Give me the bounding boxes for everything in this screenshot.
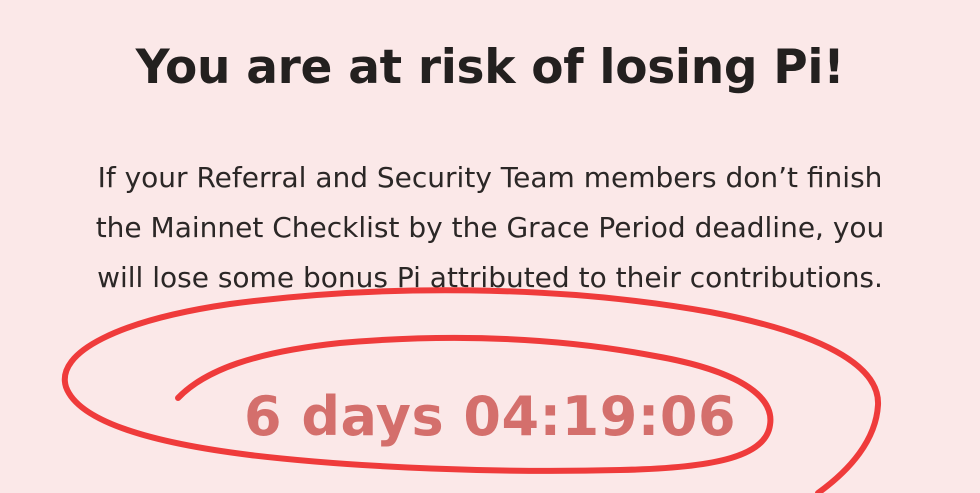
warning-title: You are at risk of losing Pi! <box>135 40 845 95</box>
warning-message: If your Referral and Security Team membe… <box>95 161 885 294</box>
grace-period-countdown: 6 days 04:19:06 <box>243 385 737 448</box>
grace-period-warning-screen: { "warning": { "title": "You are at risk… <box>0 0 980 493</box>
